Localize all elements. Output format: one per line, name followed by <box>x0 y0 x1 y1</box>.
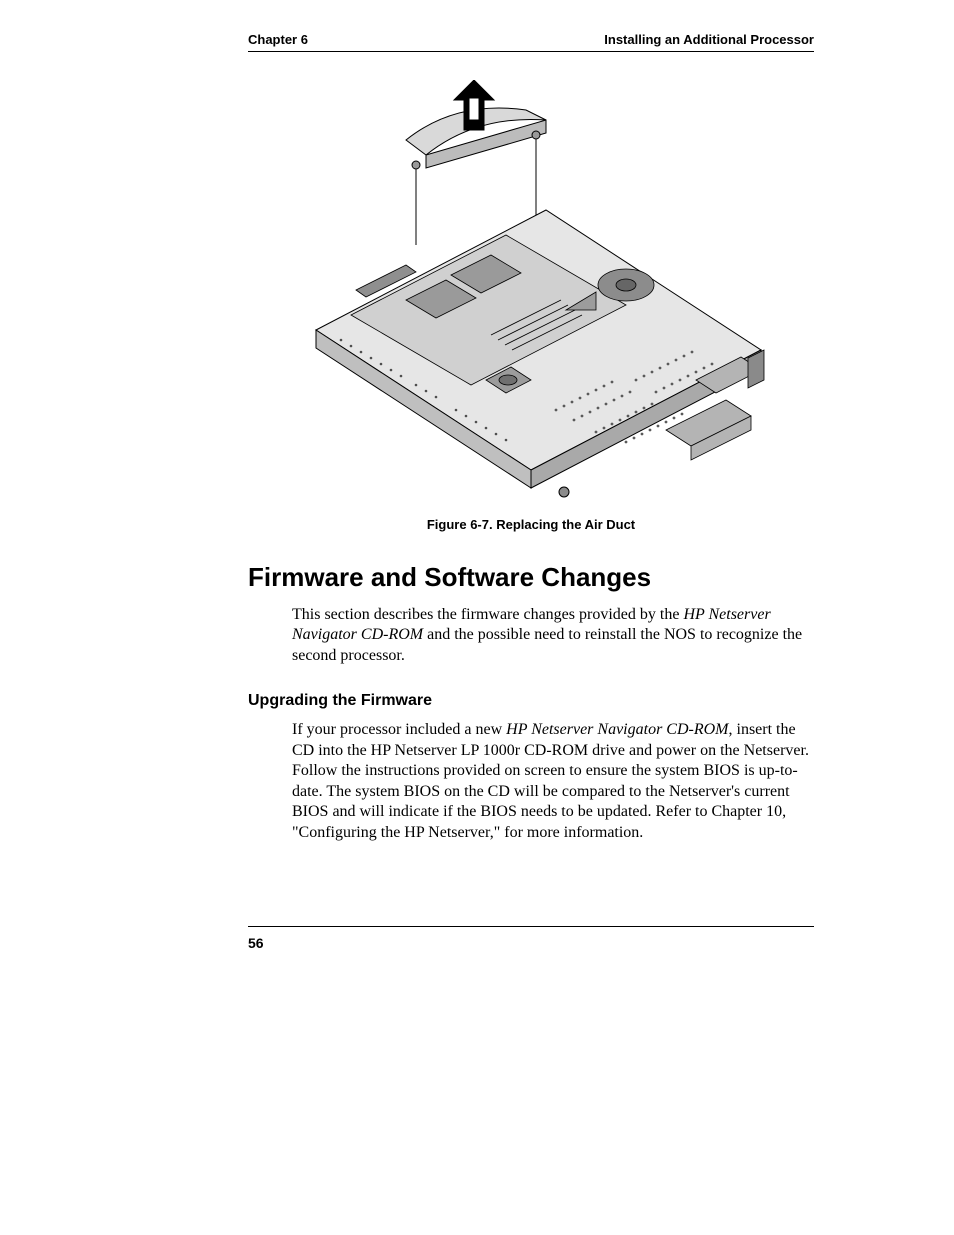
air-duct-diagram-icon <box>296 80 766 500</box>
intro-text-pre: This section describes the firmware chan… <box>292 606 683 623</box>
page-number: 56 <box>248 935 264 951</box>
subsection-body: If your processor included a new HP Nets… <box>292 720 814 843</box>
page-container: Chapter 6 Installing an Additional Proce… <box>0 0 954 843</box>
footer-rule <box>248 926 814 927</box>
sub-text-pre: If your processor included a new <box>292 721 506 738</box>
header-right: Installing an Additional Processor <box>604 32 814 47</box>
section-intro: This section describes the firmware chan… <box>292 605 814 666</box>
figure-caption: Figure 6-7. Replacing the Air Duct <box>248 517 814 532</box>
running-header: Chapter 6 Installing an Additional Proce… <box>248 32 814 52</box>
section-heading: Firmware and Software Changes <box>248 562 814 593</box>
header-left: Chapter 6 <box>248 32 308 47</box>
sub-text-em: HP Netserver Navigator CD-ROM <box>506 721 728 738</box>
subsection-heading: Upgrading the Firmware <box>248 692 814 710</box>
sub-text-post: , insert the CD into the HP Netserver LP… <box>292 721 809 840</box>
figure-illustration: Figure 6-7. Replacing the Air Duct <box>248 80 814 532</box>
